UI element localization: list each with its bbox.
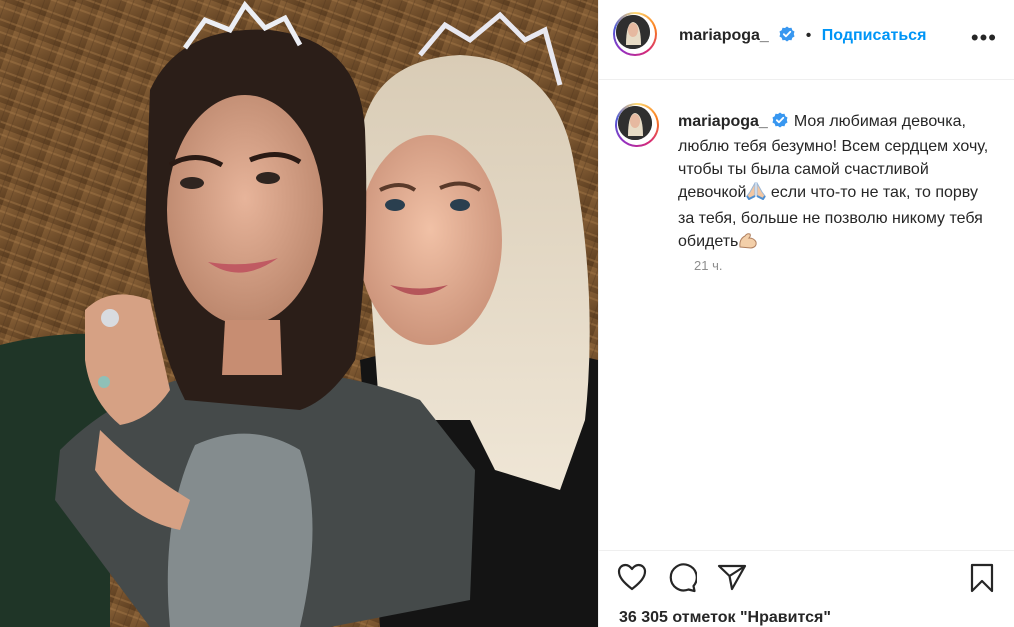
follow-button[interactable]: Подписаться	[822, 27, 927, 44]
likes-count[interactable]: 36 305 отметок "Нравится"	[619, 609, 831, 627]
post-photo[interactable]	[0, 0, 598, 627]
post-timestamp[interactable]: 21 ч.	[694, 258, 722, 273]
caption-text: mariapoga_ Моя любимая девочка, люблю теб…	[678, 110, 996, 256]
header-line: mariapoga_ • Подписаться	[679, 26, 926, 47]
verified-badge-icon	[772, 112, 788, 135]
more-options-icon[interactable]: •••	[971, 25, 997, 51]
post-header: mariapoga_ • Подписаться •••	[599, 0, 1014, 80]
paper-plane-icon[interactable]	[717, 563, 747, 596]
comment-icon[interactable]	[667, 563, 698, 598]
action-bar: 36 305 отметок "Нравится"	[599, 550, 1014, 627]
flexed-biceps-emoji	[738, 231, 758, 256]
bookmark-icon[interactable]	[969, 563, 995, 598]
verified-badge-icon	[779, 26, 795, 47]
post-panel: mariapoga_ • Подписаться ••• mariapoga_ …	[598, 0, 1014, 627]
username-link[interactable]: mariapoga_	[679, 27, 769, 44]
caption-avatar[interactable]	[615, 103, 659, 147]
separator-dot: •	[805, 27, 812, 44]
caption-username[interactable]: mariapoga_	[678, 113, 768, 130]
avatar[interactable]	[613, 12, 657, 56]
heart-icon[interactable]	[617, 563, 647, 596]
photo-illustration	[0, 0, 598, 627]
folded-hands-emoji	[746, 181, 767, 207]
